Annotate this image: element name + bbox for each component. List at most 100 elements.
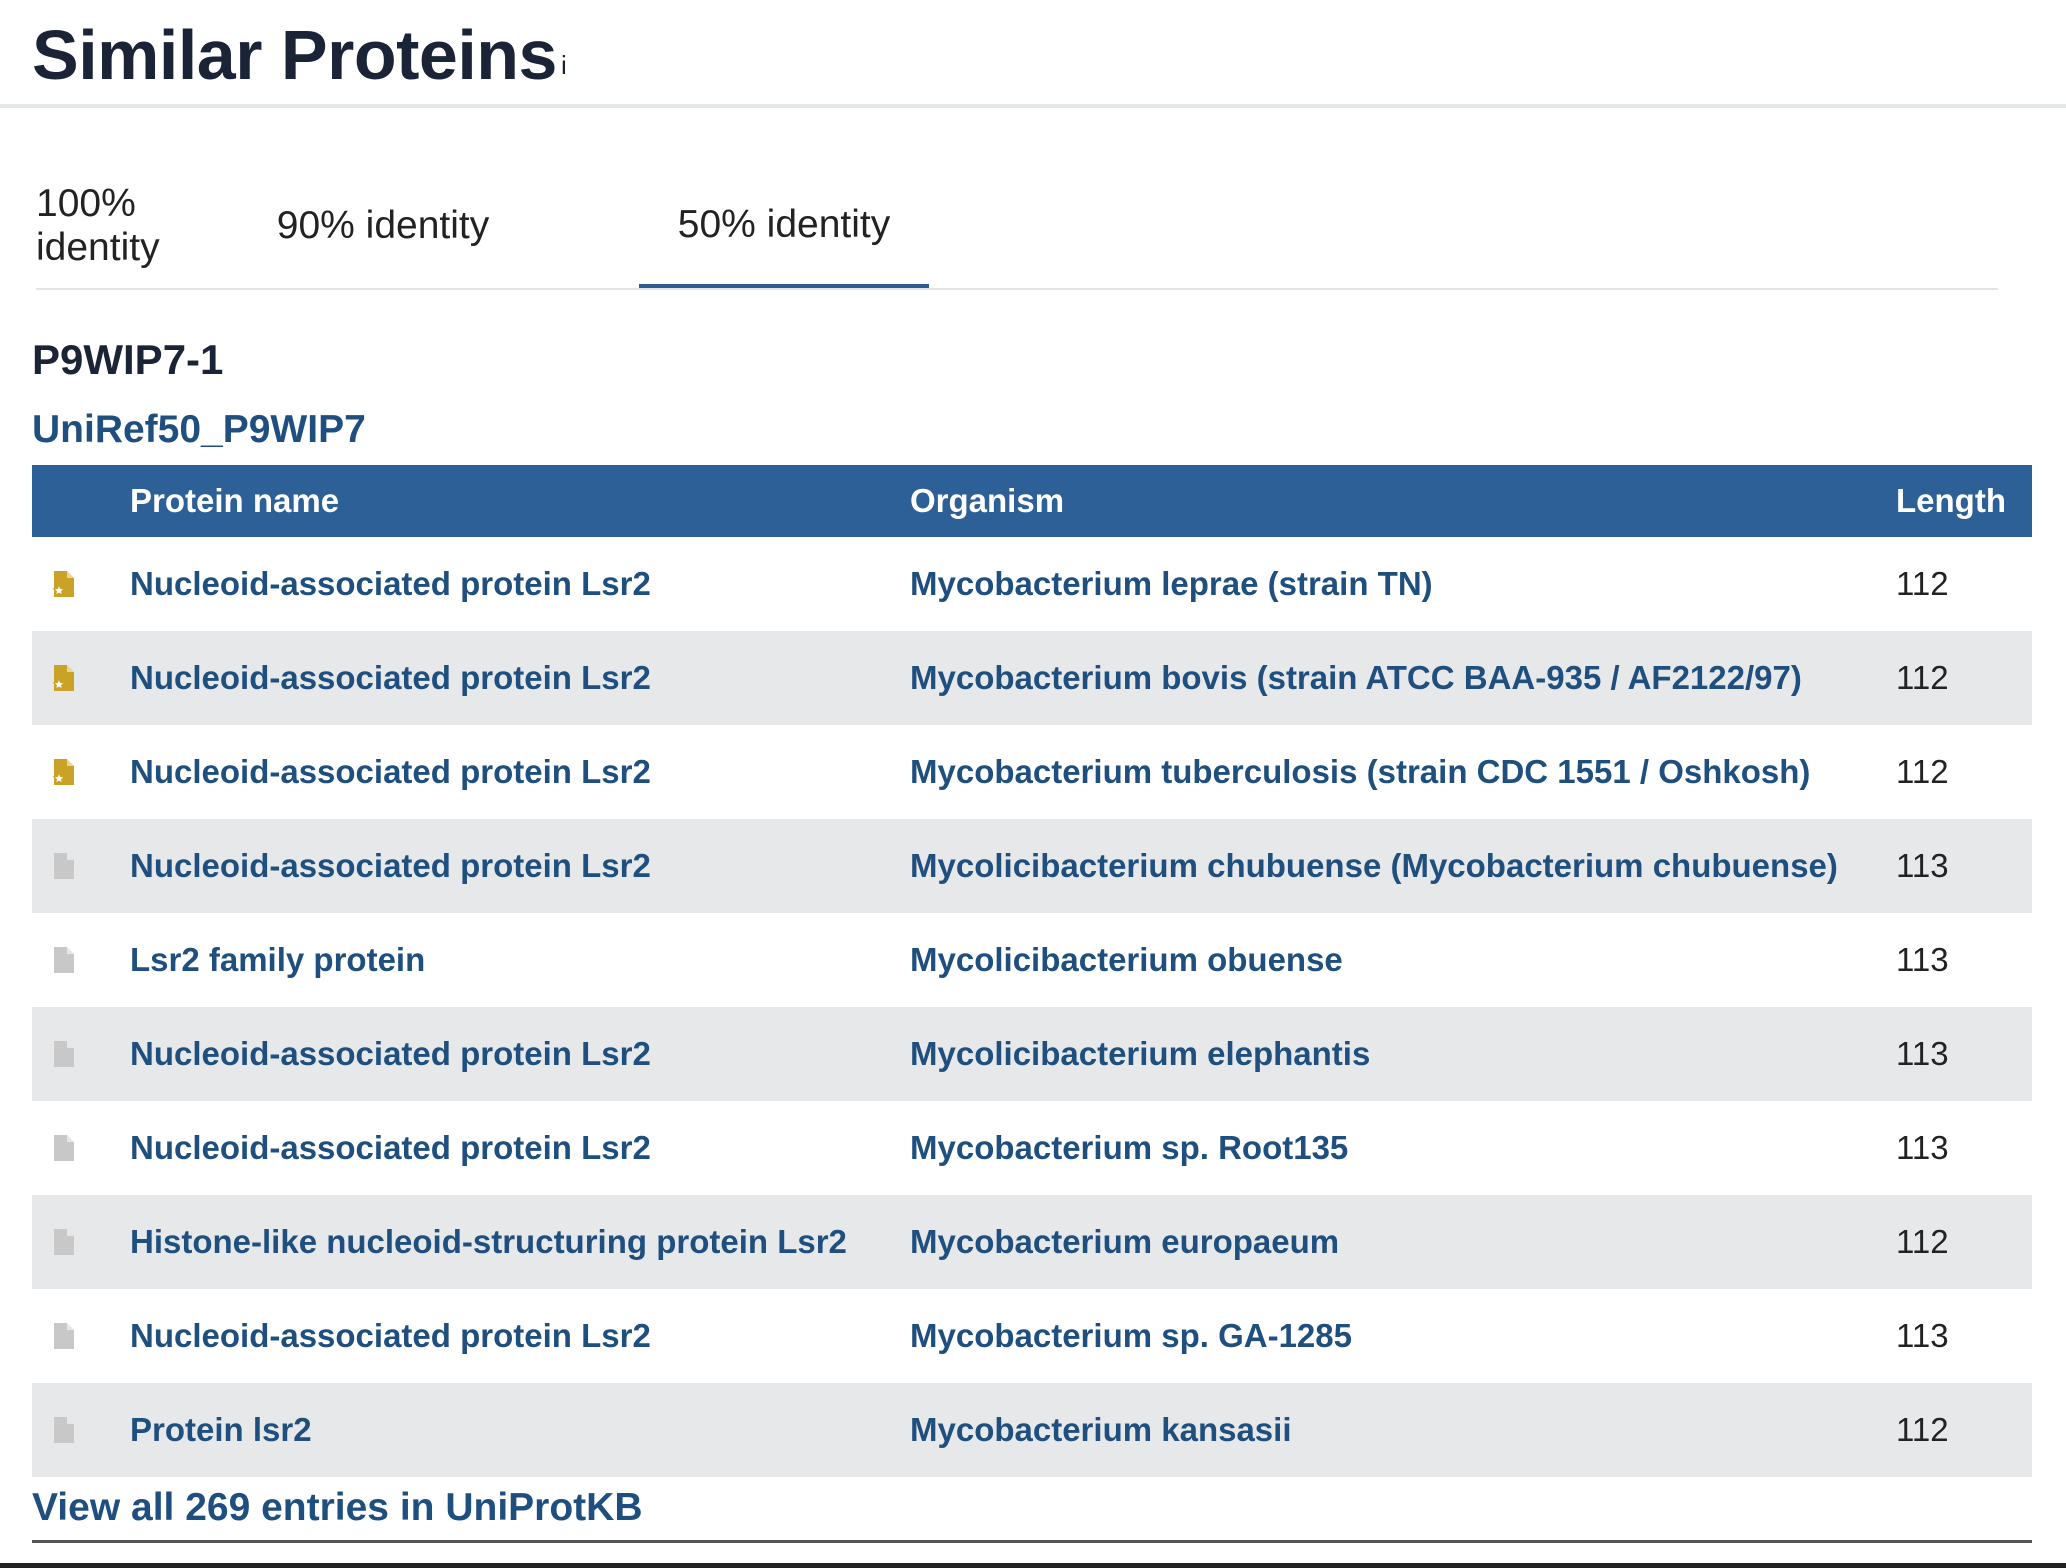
tab-100-identity[interactable]: 100% identity <box>36 166 258 286</box>
status-cell <box>32 1195 130 1289</box>
protein-name-link[interactable]: Nucleoid-associated protein Lsr2 <box>130 1317 651 1354</box>
table-row: Nucleoid-associated protein Lsr2 Mycobact… <box>32 1289 2032 1383</box>
page-bottom-edge <box>0 1563 2066 1568</box>
unreviewed-doc-icon <box>54 1135 74 1161</box>
organism-link[interactable]: Mycolicibacterium chubuense (Mycobacteri… <box>910 847 1838 884</box>
reviewed-doc-icon <box>52 759 74 785</box>
unreviewed-doc-icon <box>54 1041 74 1067</box>
protein-name-cell: Protein lsr2 <box>130 1383 910 1477</box>
length-cell: 113 <box>1896 1129 1949 1166</box>
table-row: Nucleoid-associated protein Lsr2 Mycobact… <box>32 1101 2032 1195</box>
organism-cell: Mycobacterium sp. Root135 <box>910 1101 1896 1195</box>
table-row: Nucleoid-associated protein Lsr2 Mycobact… <box>32 631 2032 725</box>
title-divider <box>0 104 2066 108</box>
organism-link[interactable]: Mycobacterium sp. Root135 <box>910 1129 1348 1166</box>
protein-name-cell: Nucleoid-associated protein Lsr2 <box>130 819 910 913</box>
protein-name-link[interactable]: Nucleoid-associated protein Lsr2 <box>130 1035 651 1072</box>
protein-name-link[interactable]: Protein lsr2 <box>130 1411 312 1448</box>
table-row: Histone-like nucleoid-structuring protei… <box>32 1195 2032 1289</box>
organism-cell: Mycobacterium sp. GA-1285 <box>910 1289 1896 1383</box>
protein-name-link[interactable]: Nucleoid-associated protein Lsr2 <box>130 753 651 790</box>
table-row: Nucleoid-associated protein Lsr2 Mycolici… <box>32 1007 2032 1101</box>
protein-name-link[interactable]: Histone-like nucleoid-structuring protei… <box>130 1223 847 1260</box>
length-cell: 112 <box>1896 1223 1949 1260</box>
view-all-entries-link[interactable]: View all 269 entries in UniProtKB <box>32 1486 642 1530</box>
protein-name-column-header: Protein name <box>130 482 340 519</box>
tab-50-identity[interactable]: 50% identity <box>639 166 929 288</box>
protein-name-link[interactable]: Nucleoid-associated protein Lsr2 <box>130 847 651 884</box>
organism-cell: Mycobacterium bovis (strain ATCC BAA-935… <box>910 631 1896 725</box>
page-title-text: Similar Proteins <box>32 16 557 94</box>
status-cell <box>32 537 130 631</box>
protein-name-link[interactable]: Nucleoid-associated protein Lsr2 <box>130 565 651 602</box>
page-title: Similar Proteins i <box>32 12 567 98</box>
length-cell: 112 <box>1896 565 1949 602</box>
organism-link[interactable]: Mycolicibacterium elephantis <box>910 1035 1370 1072</box>
cluster-id: P9WIP7-1 <box>32 336 224 383</box>
status-column-header <box>32 465 130 537</box>
organism-cell: Mycolicibacterium obuense <box>910 913 1896 1007</box>
table-row: Protein lsr2 Mycobacterium kansasii 112 <box>32 1383 2032 1477</box>
table-header-row: Protein name Organism Length <box>32 465 2032 537</box>
length-cell: 113 <box>1896 847 1949 884</box>
unreviewed-doc-icon <box>54 853 74 879</box>
similar-proteins-table-wrapper: Protein name Organism Length Nucleoid-as… <box>32 465 2032 1477</box>
info-icon[interactable]: i <box>561 50 567 80</box>
status-cell <box>32 1101 130 1195</box>
reviewed-doc-icon <box>52 665 74 691</box>
length-cell: 113 <box>1896 1317 1949 1354</box>
unreviewed-doc-icon <box>54 1323 74 1349</box>
status-cell <box>32 913 130 1007</box>
section-bottom-rule <box>32 1540 2032 1543</box>
protein-name-cell: Nucleoid-associated protein Lsr2 <box>130 537 910 631</box>
table-row: Lsr2 family protein Mycolicibacterium obu… <box>32 913 2032 1007</box>
unreviewed-doc-icon <box>54 1229 74 1255</box>
length-cell: 112 <box>1896 753 1949 790</box>
organism-cell: Mycobacterium europaeum <box>910 1195 1896 1289</box>
protein-name-cell: Nucleoid-associated protein Lsr2 <box>130 1289 910 1383</box>
reviewed-doc-icon <box>52 571 74 597</box>
status-cell <box>32 1383 130 1477</box>
identity-tabs: 100% identity 90% identity 50% identity <box>36 166 1998 290</box>
length-cell: 113 <box>1896 1035 1949 1072</box>
organism-link[interactable]: Mycobacterium kansasii <box>910 1411 1292 1448</box>
organism-link[interactable]: Mycolicibacterium obuense <box>910 941 1343 978</box>
organism-link[interactable]: Mycobacterium sp. GA-1285 <box>910 1317 1352 1354</box>
protein-name-cell: Nucleoid-associated protein Lsr2 <box>130 1007 910 1101</box>
organism-cell: Mycobacterium leprae (strain TN) <box>910 537 1896 631</box>
organism-cell: Mycolicibacterium chubuense (Mycobacteri… <box>910 819 1896 913</box>
length-cell: 112 <box>1896 659 1949 696</box>
protein-name-link[interactable]: Nucleoid-associated protein Lsr2 <box>130 659 651 696</box>
table-row: Nucleoid-associated protein Lsr2 Mycobact… <box>32 537 2032 631</box>
status-cell <box>32 819 130 913</box>
unreviewed-doc-icon <box>54 947 74 973</box>
unreviewed-doc-icon <box>54 1417 74 1443</box>
length-cell: 112 <box>1896 1411 1949 1448</box>
protein-name-cell: Nucleoid-associated protein Lsr2 <box>130 631 910 725</box>
status-cell <box>32 1007 130 1101</box>
protein-name-link[interactable]: Nucleoid-associated protein Lsr2 <box>130 1129 651 1166</box>
protein-name-cell: Nucleoid-associated protein Lsr2 <box>130 1101 910 1195</box>
table-body: Nucleoid-associated protein Lsr2 Mycobact… <box>32 537 2032 1477</box>
organism-link[interactable]: Mycobacterium leprae (strain TN) <box>910 565 1433 602</box>
similar-proteins-table: Protein name Organism Length Nucleoid-as… <box>32 465 2032 1477</box>
organism-column-header: Organism <box>910 482 1065 519</box>
status-cell <box>32 1289 130 1383</box>
status-cell <box>32 725 130 819</box>
length-cell: 113 <box>1896 941 1949 978</box>
organism-cell: Mycolicibacterium elephantis <box>910 1007 1896 1101</box>
organism-cell: Mycobacterium kansasii <box>910 1383 1896 1477</box>
length-column-header: Length <box>1896 482 2006 519</box>
table-row: Nucleoid-associated protein Lsr2 Mycobact… <box>32 725 2032 819</box>
organism-cell: Mycobacterium tuberculosis (strain CDC 1… <box>910 725 1896 819</box>
protein-name-cell: Nucleoid-associated protein Lsr2 <box>130 725 910 819</box>
uniref-cluster-link[interactable]: UniRef50_P9WIP7 <box>32 408 366 452</box>
protein-name-link[interactable]: Lsr2 family protein <box>130 941 425 978</box>
tab-90-identity[interactable]: 90% identity <box>270 166 496 286</box>
organism-link[interactable]: Mycobacterium europaeum <box>910 1223 1339 1260</box>
organism-link[interactable]: Mycobacterium bovis (strain ATCC BAA-935… <box>910 659 1802 696</box>
table-row: Nucleoid-associated protein Lsr2 Mycolici… <box>32 819 2032 913</box>
status-cell <box>32 631 130 725</box>
protein-name-cell: Histone-like nucleoid-structuring protei… <box>130 1195 910 1289</box>
organism-link[interactable]: Mycobacterium tuberculosis (strain CDC 1… <box>910 753 1810 790</box>
